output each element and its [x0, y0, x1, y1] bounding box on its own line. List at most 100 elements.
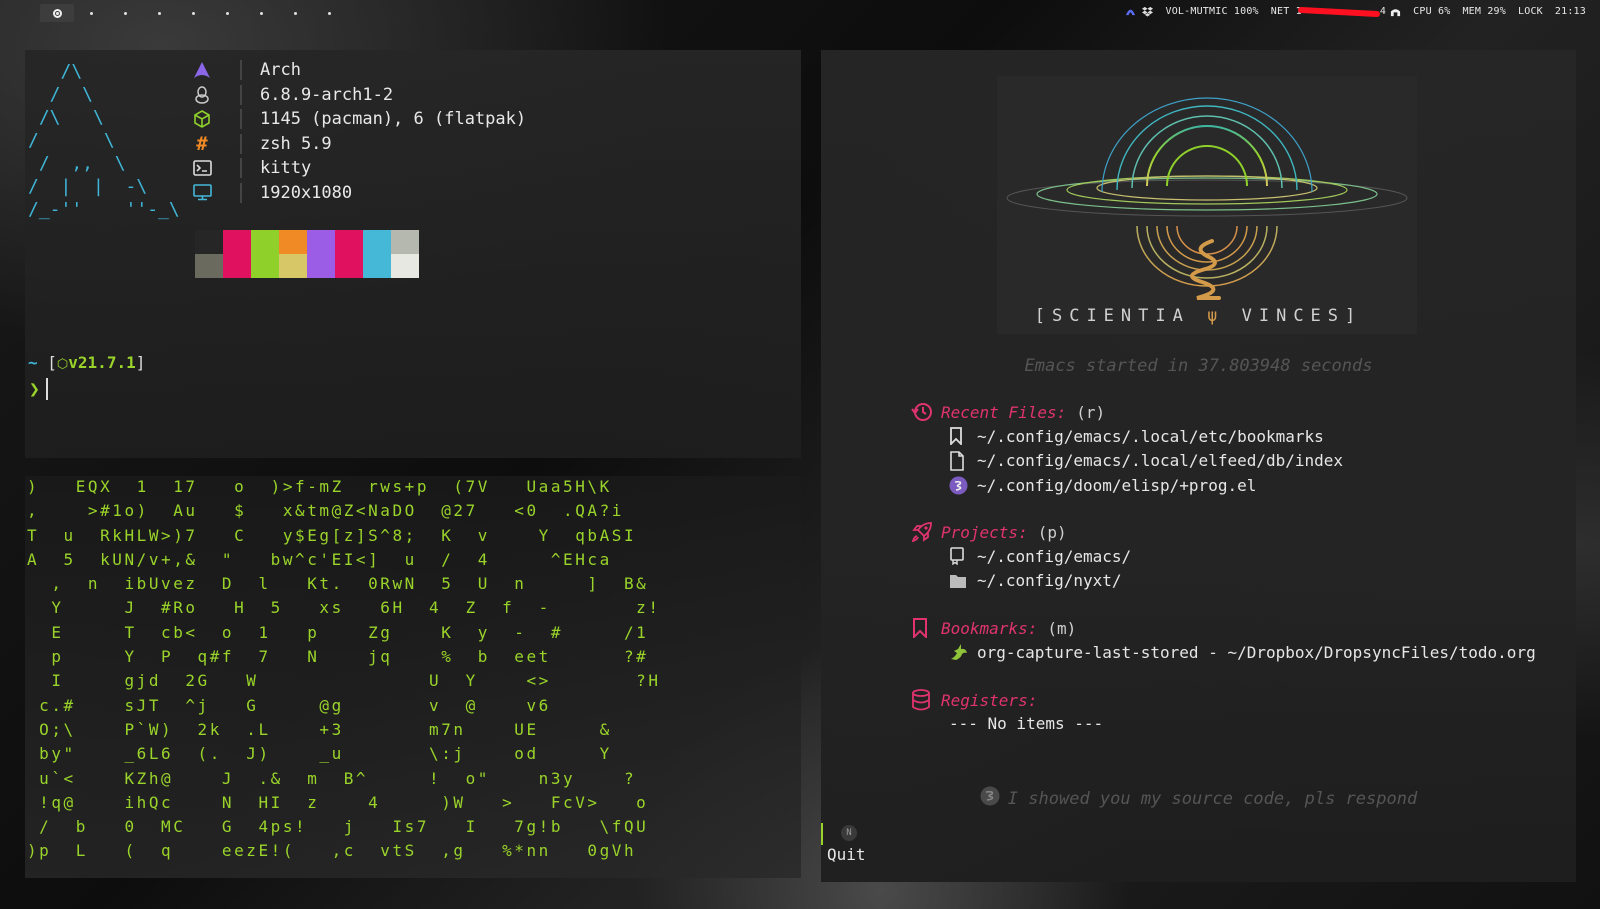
mode-line-indicator: [821, 823, 823, 845]
info-separator: [240, 109, 242, 130]
cpu-status[interactable]: CPU 6%: [1413, 6, 1450, 17]
projects-key: (p): [1037, 522, 1067, 542]
redaction-mark: [1297, 6, 1380, 17]
workspace-dot-icon: [89, 11, 93, 15]
recent-files-section: Recent Files: (r) ~/.config/emacs/.local…: [911, 400, 1343, 498]
color-swatch: [307, 254, 335, 278]
registers-empty: --- No items ---: [949, 714, 1104, 733]
project-item[interactable]: ~/.config/emacs/: [911, 544, 1131, 569]
projects-heading[interactable]: Projects: (p): [911, 520, 1131, 544]
folder-icon: [949, 571, 969, 591]
project-item[interactable]: ~/.config/nyxt/: [911, 569, 1131, 594]
workspace-7-button[interactable]: [244, 4, 278, 22]
matrix-line: p Y P q#f 7 N jq % b eet ?#: [27, 647, 649, 667]
workspace-dot-icon: [327, 11, 331, 15]
shell-input-line[interactable]: ❯: [29, 378, 48, 400]
bookmark-item[interactable]: org-capture-last-stored - ~/Dropbox/Drop…: [911, 640, 1536, 665]
registers-heading[interactable]: Registers:: [911, 688, 1103, 712]
prompt-cwd: ~: [28, 353, 38, 372]
monitor-icon: [190, 183, 214, 203]
shell-value: zsh 5.9: [260, 133, 332, 154]
dropbox-icon[interactable]: [1142, 6, 1154, 17]
color-swatch: [223, 254, 251, 278]
proton-vpn-icon[interactable]: [1125, 6, 1136, 17]
text-cursor: [45, 378, 48, 400]
matrix-line: T u RkHLW>)7 C y$Eg[z]S^8; K v Y qbASI: [27, 525, 637, 545]
fastfetch-terminal-window[interactable]: /\ / \ /\ \ / \ / ,, \ / | | -\ /_-'' ''…: [25, 50, 801, 458]
workspace-3-button[interactable]: [108, 4, 142, 22]
network-status[interactable]: NET 1 4: [1271, 6, 1401, 17]
workspace-6-button[interactable]: [210, 4, 244, 22]
color-swatch: [391, 230, 419, 254]
trident-icon: ψ: [1207, 306, 1225, 326]
matrix-line: Y J #Ro H 5 xs 6H 4 Z f - z!: [27, 598, 661, 618]
recent-file-item[interactable]: ~/.config/emacs/.local/elfeed/db/index: [911, 449, 1343, 474]
matrix-rain-output: ) EQX 1 17 o )>f-mZ rws+p (7V Uaa5H\K , >…: [27, 475, 661, 864]
database-icon: [911, 689, 937, 711]
history-icon: [911, 401, 937, 423]
workspace-dot-icon: [259, 11, 263, 15]
emacs-window[interactable]: [SCIENTIA ψ VINCES] Emacs started in 37.…: [821, 50, 1576, 882]
minibuffer[interactable]: Quit: [827, 845, 866, 864]
info-row-kernel: 6.8.9-arch1-2: [190, 83, 526, 108]
bookmark-path: org-capture-last-stored - ~/Dropbox/Drop…: [977, 642, 1536, 662]
recent-file-path: ~/.config/emacs/.local/elfeed/db/index: [977, 451, 1344, 471]
workspace-9-button[interactable]: [312, 4, 346, 22]
workspace-8-button[interactable]: [278, 4, 312, 22]
system-info: Arch 6.8.9-arch1-2 1145 (pacman), 6 (fla…: [190, 58, 526, 205]
lock-button[interactable]: LOCK: [1518, 6, 1543, 17]
color-swatch: [335, 230, 363, 254]
volume-status[interactable]: VOL-MUTMIC 100%: [1165, 6, 1258, 17]
shell-prompt-line: ~ [⬡v21.7.1]: [28, 353, 145, 372]
color-palette: [195, 230, 419, 278]
workspace-dot-icon: [191, 11, 195, 15]
package-icon: [190, 109, 214, 129]
registers-section: Registers: --- No items ---: [911, 688, 1103, 736]
emacs-logo-icon[interactable]: [980, 786, 1000, 811]
arch-icon: [190, 60, 214, 80]
info-row-terminal: kitty: [190, 156, 526, 181]
info-separator: [240, 60, 242, 81]
recent-file-item[interactable]: ~/.config/emacs/.local/etc/bookmarks: [911, 424, 1343, 449]
project-path: ~/.config/emacs/: [977, 546, 1132, 566]
footer-quote: I showed you my source code, pls respond: [1007, 788, 1418, 809]
workspace-2-button[interactable]: [74, 4, 108, 22]
workspace-dot-icon: [293, 11, 297, 15]
matrix-line: E T cb< o 1 p Zg K y - # /1: [27, 622, 649, 642]
bookmarks-heading[interactable]: Bookmarks: (m): [911, 616, 1536, 640]
color-swatch: [363, 230, 391, 254]
recent-files-heading[interactable]: Recent Files: (r): [911, 400, 1343, 424]
matrix-line: A 5 kUN/v+,& " bw^c'EI<] u / 4 ^EHca: [27, 549, 612, 569]
color-swatch: [363, 254, 391, 278]
repo-icon: [949, 546, 969, 566]
active-workspace-icon: [52, 8, 62, 18]
node-icon: ⬡: [56, 357, 69, 372]
matrix-terminal-window[interactable]: ) EQX 1 17 o )>f-mZ rws+p (7V Uaa5H\K , >…: [25, 476, 801, 878]
workspace-4-button[interactable]: [142, 4, 176, 22]
info-row-packages: 1145 (pacman), 6 (flatpak): [190, 107, 526, 132]
matrix-line: / b 0 MC G 4ps! j Is7 I 7g!b \fQU: [27, 817, 649, 837]
bookmarks-key: (m): [1047, 618, 1077, 638]
recent-file-path: ~/.config/emacs/.local/etc/bookmarks: [977, 426, 1324, 446]
workspace-1-button[interactable]: [40, 4, 74, 22]
mode-line: N: [821, 820, 1576, 846]
rocket-icon: [911, 521, 937, 543]
workspace-dot-icon: [123, 11, 127, 15]
hash-icon: #: [196, 132, 208, 155]
recent-file-item[interactable]: ~/.config/doom/elisp/+prog.el: [911, 473, 1343, 498]
matrix-line: c.# sJT ^j G @g v @ v6: [27, 695, 551, 715]
workspace-switcher: [40, 4, 346, 22]
projects-title: Projects:: [941, 522, 1028, 542]
kernel-value: 6.8.9-arch1-2: [260, 84, 394, 105]
clock: 21:13: [1554, 6, 1586, 17]
emacs-tagline: [SCIENTIA ψ VINCES]: [821, 306, 1576, 326]
info-separator: [240, 158, 242, 179]
matrix-line: )p L ( q eezE!( ,c vtS ,g %*nn 0gVh: [27, 841, 637, 861]
os-value: Arch: [260, 60, 301, 81]
terminal-value: kitty: [260, 158, 312, 179]
workspace-5-button[interactable]: [176, 4, 210, 22]
network-tail: 4: [1379, 6, 1387, 17]
memory-status[interactable]: MEM 29%: [1462, 6, 1506, 17]
bookmarks-title: Bookmarks:: [941, 618, 1038, 638]
recent-files-key: (r): [1076, 402, 1106, 422]
